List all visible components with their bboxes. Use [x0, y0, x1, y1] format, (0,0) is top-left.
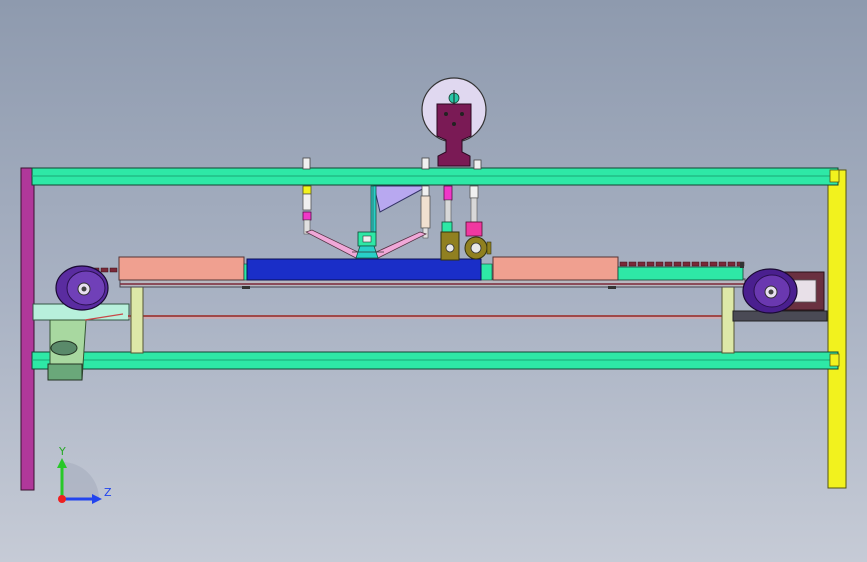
- link-arm-left: [304, 229, 363, 259]
- chain-link: [100, 267, 109, 273]
- chain-link: [628, 261, 637, 267]
- chain-link: [682, 261, 691, 267]
- wedge-plate: [373, 185, 429, 213]
- coordinate-triad-icon: Y Z: [57, 445, 112, 504]
- chain-link: [619, 261, 628, 267]
- right-drive-unit: [732, 262, 828, 322]
- chain-link: [718, 261, 727, 267]
- spring-shaft-right: [420, 185, 431, 239]
- chain-link: [727, 261, 736, 267]
- chain-link: [691, 261, 700, 267]
- pusher-right: [464, 185, 492, 260]
- belt-block-left: [118, 256, 245, 281]
- right-post: [827, 169, 847, 489]
- chain-link: [709, 261, 718, 267]
- support-column-left: [130, 286, 144, 354]
- chain-link: [673, 261, 682, 267]
- top-motor: [421, 77, 487, 167]
- chain-link: [109, 267, 118, 273]
- belt-block-right: [492, 256, 619, 281]
- spring-shaft-left: [302, 185, 312, 235]
- chain-link: [700, 261, 709, 267]
- chain-link: [637, 261, 646, 267]
- pusher-left: [440, 185, 460, 261]
- axis-y-label: Y: [58, 445, 66, 458]
- axis-z-label: Z: [104, 486, 112, 499]
- chain-link: [664, 261, 673, 267]
- main-plate: [246, 258, 482, 281]
- chain-link: [655, 261, 664, 267]
- machine-assembly-drawing: Y Z: [20, 77, 847, 504]
- cad-viewport[interactable]: Y Z: [0, 0, 867, 562]
- link-arm-right: [371, 231, 428, 259]
- chain-link: [646, 261, 655, 267]
- support-column-right: [721, 286, 735, 354]
- left-pulley: [55, 265, 109, 311]
- left-post: [20, 167, 35, 491]
